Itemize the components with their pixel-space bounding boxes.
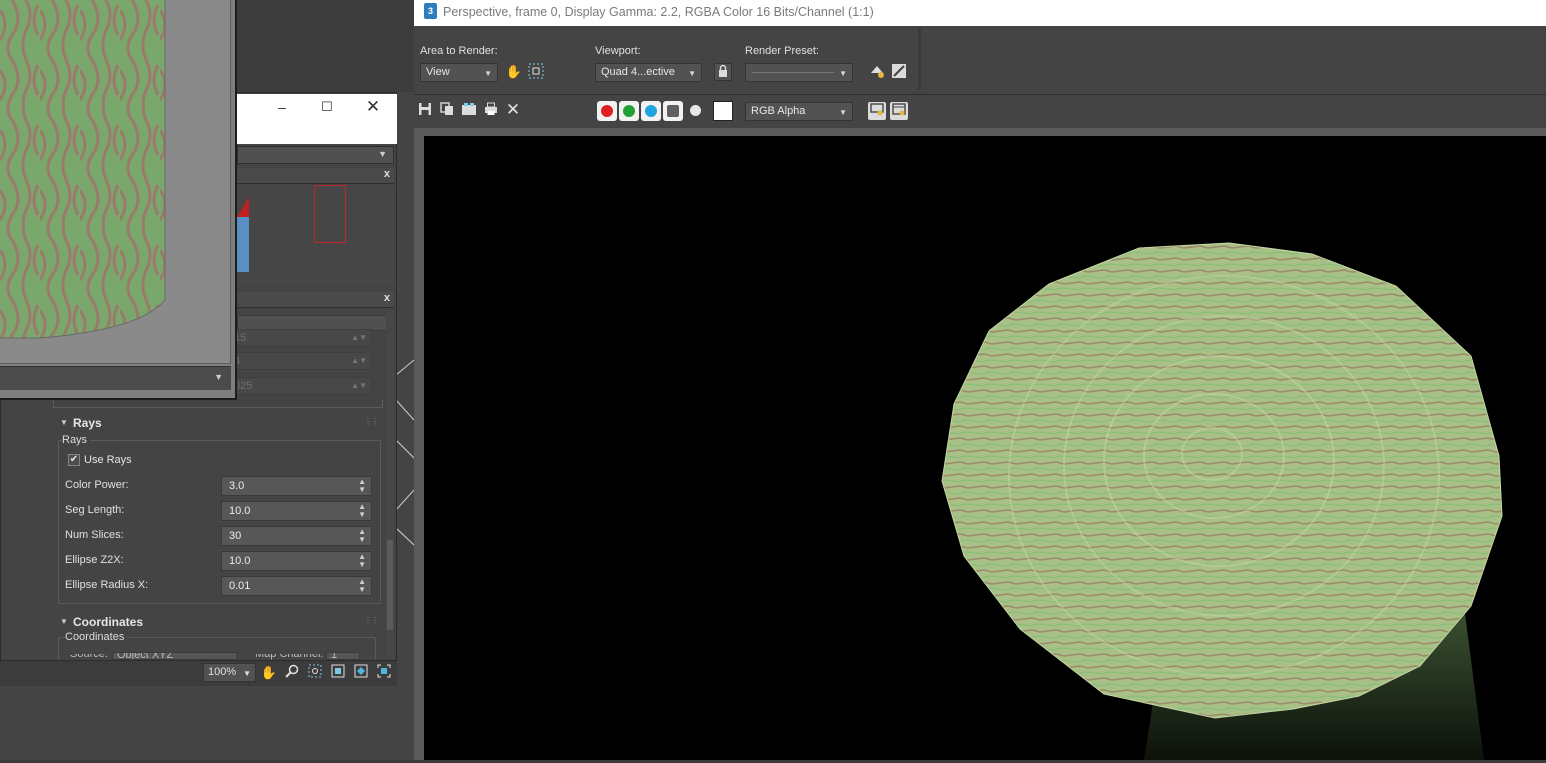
close-icon[interactable]: x xyxy=(384,168,390,180)
collapse-triangle-icon: ▼ xyxy=(60,418,68,427)
frame-selection-icon[interactable] xyxy=(375,664,393,682)
faded-spinner[interactable]: 15 ▲▼ xyxy=(230,329,372,347)
material-dropdown[interactable]: ▼ xyxy=(237,146,394,164)
viewport-label: Viewport: xyxy=(595,45,641,57)
color-power-label: Color Power: xyxy=(65,479,129,491)
seg-length-spinner[interactable]: 10.0 ▲ ▼ xyxy=(221,501,372,521)
render-setup-icon[interactable] xyxy=(868,63,886,81)
chevron-down-icon: ▼ xyxy=(243,669,251,678)
faded-spinner[interactable]: 4 ▲▼ xyxy=(230,352,372,370)
close-icon[interactable]: x xyxy=(384,292,390,304)
faded-spinner[interactable]: 025 ▲▼ xyxy=(230,377,372,395)
render-preset-label: Render Preset: xyxy=(745,45,819,57)
print-image-icon[interactable] xyxy=(482,102,500,120)
edit-region-icon[interactable]: ✋ xyxy=(505,63,523,81)
toggle-ui-overlay-icon[interactable] xyxy=(868,102,886,120)
chevron-down-icon: ▼ xyxy=(839,108,847,117)
zoom-select[interactable]: 100% ▼ xyxy=(203,663,256,682)
red-channel-button[interactable] xyxy=(597,101,617,121)
duplicate-image-icon[interactable] xyxy=(438,102,456,120)
material-preview-footer[interactable]: ▼ xyxy=(0,366,231,390)
alpha-square-icon xyxy=(667,105,679,117)
zoom-extents-icon[interactable] xyxy=(329,664,347,682)
lock-icon[interactable] xyxy=(714,63,732,81)
spinner-arrows-icon[interactable]: ▲ ▼ xyxy=(358,503,366,519)
use-rays-checkbox[interactable]: ✔ xyxy=(68,454,80,466)
rendered-wood-stump xyxy=(941,242,1503,760)
minimize-icon[interactable]: – xyxy=(271,98,293,116)
chevron-down-icon: ▼ xyxy=(378,149,387,159)
channel-display-select[interactable]: RGB Alpha ▼ xyxy=(745,102,853,121)
scrollbar-thumb[interactable] xyxy=(387,540,393,630)
spinner-arrows-icon[interactable]: ▲ ▼ xyxy=(358,578,366,594)
seg-length-label: Seg Length: xyxy=(65,504,125,516)
zoom-region-icon[interactable] xyxy=(306,664,324,682)
environment-effects-icon[interactable] xyxy=(890,63,908,81)
framebuffer-title: Perspective, frame 0, Display Gamma: 2.2… xyxy=(443,5,874,19)
ellipse-radius-x-label: Ellipse Radius X: xyxy=(65,579,149,591)
collapse-triangle-icon: ▼ xyxy=(60,617,68,626)
swatch-icon[interactable] xyxy=(713,101,733,121)
spinner-arrows-icon[interactable]: ▲ ▼ xyxy=(358,528,366,544)
color-power-spinner[interactable]: 3.0 ▲ ▼ xyxy=(221,476,372,496)
grip-icon: ⋮⋮ xyxy=(364,616,379,625)
toolbar-divider xyxy=(918,28,921,90)
rollout-coordinates[interactable]: ▼ Coordinates ⋮⋮ xyxy=(56,614,382,632)
maximize-icon[interactable]: ☐ xyxy=(316,98,338,116)
navigator-header: x xyxy=(237,168,394,184)
create-clone-icon[interactable] xyxy=(460,102,478,120)
zoom-magnifier-icon[interactable] xyxy=(283,664,301,682)
map-channel-spinner[interactable]: 1 xyxy=(326,652,360,660)
red-dot-icon xyxy=(601,105,613,117)
toggle-ui-icon[interactable] xyxy=(890,102,908,120)
close-icon[interactable]: ✕ xyxy=(362,98,384,116)
save-image-icon[interactable] xyxy=(416,102,434,120)
spinner-arrows-icon[interactable]: ▲ ▼ xyxy=(358,478,366,494)
navigator-view-rect[interactable] xyxy=(314,185,346,243)
source-select[interactable]: Object XYZ xyxy=(112,652,238,660)
alpha-channel-button[interactable] xyxy=(663,101,683,121)
blue-dot-icon xyxy=(645,105,657,117)
link-lines xyxy=(396,359,414,546)
clear-image-icon[interactable]: ✕ xyxy=(504,101,522,119)
chevron-down-icon: ▼ xyxy=(839,69,847,78)
ellipse-radius-x-spinner[interactable]: 0.01 ▲ ▼ xyxy=(221,576,372,596)
previous-group-box xyxy=(53,400,383,408)
grip-icon: ⋮⋮ xyxy=(364,417,379,426)
use-rays-label: Use Rays xyxy=(84,454,132,466)
chevron-down-icon: ▼ xyxy=(214,372,223,382)
rendered-image[interactable] xyxy=(424,136,1546,760)
green-dot-icon xyxy=(623,105,635,117)
app-icon: 3 xyxy=(424,3,437,19)
chevron-down-icon: ▼ xyxy=(484,69,492,78)
framebuffer-toolbar-channels xyxy=(414,94,1546,128)
area-to-render-label: Area to Render: xyxy=(420,45,498,57)
chevron-down-icon: ▼ xyxy=(688,69,696,78)
blue-channel-button[interactable] xyxy=(641,101,661,121)
framebuffer-toolbar-right xyxy=(922,26,1546,94)
rays-group-title: Rays xyxy=(62,434,91,446)
pan-hand-icon[interactable]: ✋ xyxy=(260,664,278,682)
ellipse-z2x-spinner[interactable]: 10.0 ▲ ▼ xyxy=(221,551,372,571)
wood-cylinder-preview xyxy=(0,0,166,339)
render-preset-select[interactable]: ▼ xyxy=(745,63,853,82)
navigator-node-blue xyxy=(237,217,249,272)
num-slices-label: Num Slices: xyxy=(65,529,124,541)
green-channel-button[interactable] xyxy=(619,101,639,121)
material-preview-viewport[interactable] xyxy=(0,0,231,364)
rollout-rays[interactable]: ▼ Rays ⋮⋮ xyxy=(56,415,382,433)
parameter-editor-header: x xyxy=(237,292,394,308)
monochrome-icon[interactable] xyxy=(690,105,701,116)
viewport-select[interactable]: Quad 4...ective ▼ xyxy=(595,63,702,82)
zoom-extents-selected-icon[interactable] xyxy=(352,664,370,682)
spinner-arrows-icon[interactable]: ▲ ▼ xyxy=(358,553,366,569)
area-to-render-select[interactable]: View ▼ xyxy=(420,63,498,82)
auto-region-icon[interactable] xyxy=(527,63,545,81)
num-slices-spinner[interactable]: 30 ▲ ▼ xyxy=(221,526,372,546)
coordinates-group-title: Coordinates xyxy=(65,631,128,643)
ellipse-z2x-label: Ellipse Z2X: xyxy=(65,554,124,566)
